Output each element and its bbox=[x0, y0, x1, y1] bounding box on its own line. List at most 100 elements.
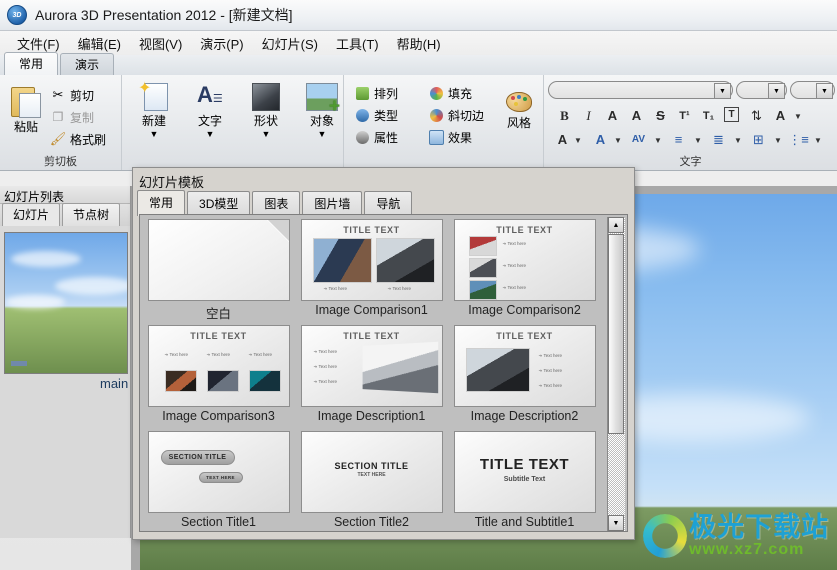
fill-text-button[interactable]: A bbox=[628, 107, 645, 124]
paste-button[interactable]: 粘贴 bbox=[4, 83, 48, 135]
ribbon-tab-present[interactable]: 演示 bbox=[60, 53, 115, 76]
template-thumb-bullet: Text here bbox=[314, 364, 337, 370]
chevron-down-icon[interactable]: ▼ bbox=[774, 137, 782, 145]
fill-label: 填充 bbox=[448, 86, 473, 101]
chevron-down-icon[interactable]: ▼ bbox=[150, 130, 159, 139]
effect-button[interactable]: 效果 bbox=[428, 127, 472, 147]
style-label: 风格 bbox=[506, 116, 531, 130]
scissors-icon: ✂ bbox=[52, 87, 64, 102]
template-thumb-bullet: Text here bbox=[165, 352, 188, 358]
new-label: 新建 bbox=[141, 114, 166, 128]
tab-node-tree[interactable]: 节点树 bbox=[62, 203, 121, 226]
chevron-down-icon[interactable]: ▼ bbox=[734, 137, 742, 145]
ribbon-group-font: ▼ ▼ ▼ B I A A S T¹ T₁ T ⇅ A ▼ A ▼ A ▼ AV… bbox=[544, 75, 837, 170]
template-thumb-bullet: Text here bbox=[503, 263, 526, 269]
type-button[interactable]: 类型 bbox=[354, 105, 398, 125]
align-button[interactable]: ≣ bbox=[710, 131, 727, 148]
menu-item-tools[interactable]: 工具(T) bbox=[327, 32, 388, 55]
template-item-image-description-2[interactable]: TITLE TEXT Text here Text here Text here… bbox=[450, 325, 599, 429]
style-button[interactable]: 风格 bbox=[498, 89, 540, 131]
object-button[interactable]: 对象 ▼ bbox=[298, 81, 346, 139]
subscript-button[interactable]: T₁ bbox=[700, 107, 717, 124]
chevron-down-icon[interactable]: ▼ bbox=[574, 137, 582, 145]
line-spacing-button[interactable]: ≡ bbox=[670, 131, 687, 148]
dialog-tab-navigation[interactable]: 导航 bbox=[364, 191, 413, 216]
object-icon bbox=[306, 83, 340, 116]
template-item-section-title-1[interactable]: SECTION TITLE TEXT HERE Section Title1 bbox=[144, 431, 293, 531]
character-spacing-button[interactable]: AV bbox=[630, 131, 647, 148]
template-grid-scrollbar[interactable]: ▲ ▼ bbox=[607, 217, 625, 531]
group-label-clipboard: 剪切板 bbox=[44, 156, 77, 168]
chevron-down-icon[interactable]: ▼ bbox=[206, 130, 215, 139]
menu-item-edit[interactable]: 编辑(E) bbox=[69, 32, 130, 55]
chevron-down-icon[interactable]: ▼ bbox=[814, 137, 822, 145]
menu-item-help[interactable]: 帮助(H) bbox=[388, 32, 450, 55]
menu-item-slide[interactable]: 幻灯片(S) bbox=[253, 32, 327, 55]
text-direction-button[interactable]: ⇅ bbox=[748, 107, 765, 124]
template-thumb-bullet: Text here bbox=[249, 352, 272, 358]
columns-button[interactable]: ⊞ bbox=[750, 131, 767, 148]
chevron-down-icon[interactable]: ▼ bbox=[262, 130, 271, 139]
template-item-title-and-subtitle-1[interactable]: TITLE TEXT Subtitle Text Title and Subti… bbox=[450, 431, 599, 531]
fill-button[interactable]: 填充 bbox=[428, 83, 472, 103]
tab-slides[interactable]: 幻灯片 bbox=[2, 203, 61, 226]
slide-name-label: main bbox=[100, 376, 129, 391]
dialog-tab-3dmodel[interactable]: 3D模型 bbox=[187, 191, 251, 216]
font-extra-combo[interactable]: ▼ bbox=[790, 81, 835, 99]
scrollbar-thumb[interactable] bbox=[608, 234, 624, 434]
template-item-image-comparison-2[interactable]: TITLE TEXT Text here Text here Text here… bbox=[450, 219, 599, 323]
template-item-blank[interactable]: 空白 bbox=[144, 219, 293, 323]
outline-button[interactable]: A bbox=[604, 107, 621, 124]
slide-template-dialog: 幻灯片模板 常用 3D模型 图表 图片墙 导航 空白 TITLE TEXT ➜ … bbox=[132, 167, 635, 540]
template-item-image-comparison-3[interactable]: TITLE TEXT Text here Text here Text here… bbox=[144, 325, 293, 429]
slide-list-tabs: 幻灯片 节点树 bbox=[0, 203, 130, 226]
dialog-tab-common[interactable]: 常用 bbox=[137, 190, 186, 216]
bold-button[interactable]: B bbox=[556, 107, 573, 124]
chevron-down-icon[interactable]: ▼ bbox=[318, 130, 327, 139]
new-button[interactable]: 新建 ▼ bbox=[130, 78, 178, 139]
bevel-button[interactable]: 斜切边 bbox=[428, 105, 484, 125]
slide-thumbnail[interactable] bbox=[4, 232, 128, 374]
template-thumb-bullet: Text here bbox=[314, 349, 337, 355]
chevron-down-icon[interactable]: ▼ bbox=[694, 137, 702, 145]
textbox-button[interactable]: T bbox=[724, 107, 739, 122]
cut-button[interactable]: ✂ 剪切 bbox=[50, 85, 94, 105]
scroll-down-button[interactable]: ▼ bbox=[608, 515, 624, 531]
superscript-button[interactable]: T¹ bbox=[676, 107, 693, 124]
template-item-image-comparison-1[interactable]: TITLE TEXT Text here Text here Image Com… bbox=[297, 219, 446, 323]
paragraph-style-button[interactable]: A bbox=[592, 131, 609, 148]
menu-item-view[interactable]: 视图(V) bbox=[130, 32, 191, 55]
shape-button[interactable]: 形状 ▼ bbox=[242, 81, 290, 139]
dialog-tab-imagewall[interactable]: 图片墙 bbox=[302, 191, 363, 216]
italic-button[interactable]: I bbox=[580, 107, 597, 124]
template-item-image-description-1[interactable]: TITLE TEXT Text here Text here Text here… bbox=[297, 325, 446, 429]
chevron-down-icon[interactable]: ▼ bbox=[614, 137, 622, 145]
window-title: Aurora 3D Presentation 2012 - [新建文档] bbox=[35, 7, 293, 23]
font-family-combo[interactable]: ▼ bbox=[548, 81, 733, 99]
copy-button[interactable]: ❐ 复制 bbox=[50, 107, 94, 127]
chevron-down-icon[interactable]: ▼ bbox=[816, 83, 833, 99]
ribbon-group-style: 排列 类型 属性 填充 斜切边 效果 风格 bbox=[344, 75, 544, 170]
template-grid: 空白 TITLE TEXT Text here Text here Image … bbox=[142, 217, 607, 531]
strikethrough-button[interactable]: S bbox=[652, 107, 669, 124]
chevron-down-icon[interactable]: ▼ bbox=[768, 83, 785, 99]
format-painter-button[interactable]: 🖌 格式刷 bbox=[50, 129, 106, 149]
chevron-down-icon[interactable]: ▼ bbox=[794, 113, 802, 121]
chevron-down-icon[interactable]: ▼ bbox=[714, 83, 731, 99]
property-button[interactable]: 属性 bbox=[354, 127, 398, 147]
scroll-up-button[interactable]: ▲ bbox=[608, 217, 624, 233]
chevron-down-icon[interactable]: ▼ bbox=[654, 137, 662, 145]
template-caption: Image Description2 bbox=[470, 409, 579, 423]
paste-icon bbox=[11, 83, 41, 118]
font-color-button[interactable]: A bbox=[554, 131, 571, 148]
text-effect-button[interactable]: A bbox=[772, 107, 789, 124]
ribbon-tab-home[interactable]: 常用 bbox=[4, 52, 59, 76]
menu-item-present[interactable]: 演示(P) bbox=[191, 32, 252, 55]
bullets-button[interactable]: ⋮≡ bbox=[788, 131, 809, 148]
dialog-tab-chart[interactable]: 图表 bbox=[252, 191, 301, 216]
template-thumb-bullet: Text here bbox=[324, 286, 347, 292]
arrange-button[interactable]: 排列 bbox=[354, 83, 398, 103]
font-size-combo[interactable]: ▼ bbox=[736, 81, 787, 99]
text-button[interactable]: A☰ 文字 ▼ bbox=[186, 81, 234, 139]
template-item-section-title-2[interactable]: SECTION TITLE TEXT HERE Section Title2 bbox=[297, 431, 446, 531]
